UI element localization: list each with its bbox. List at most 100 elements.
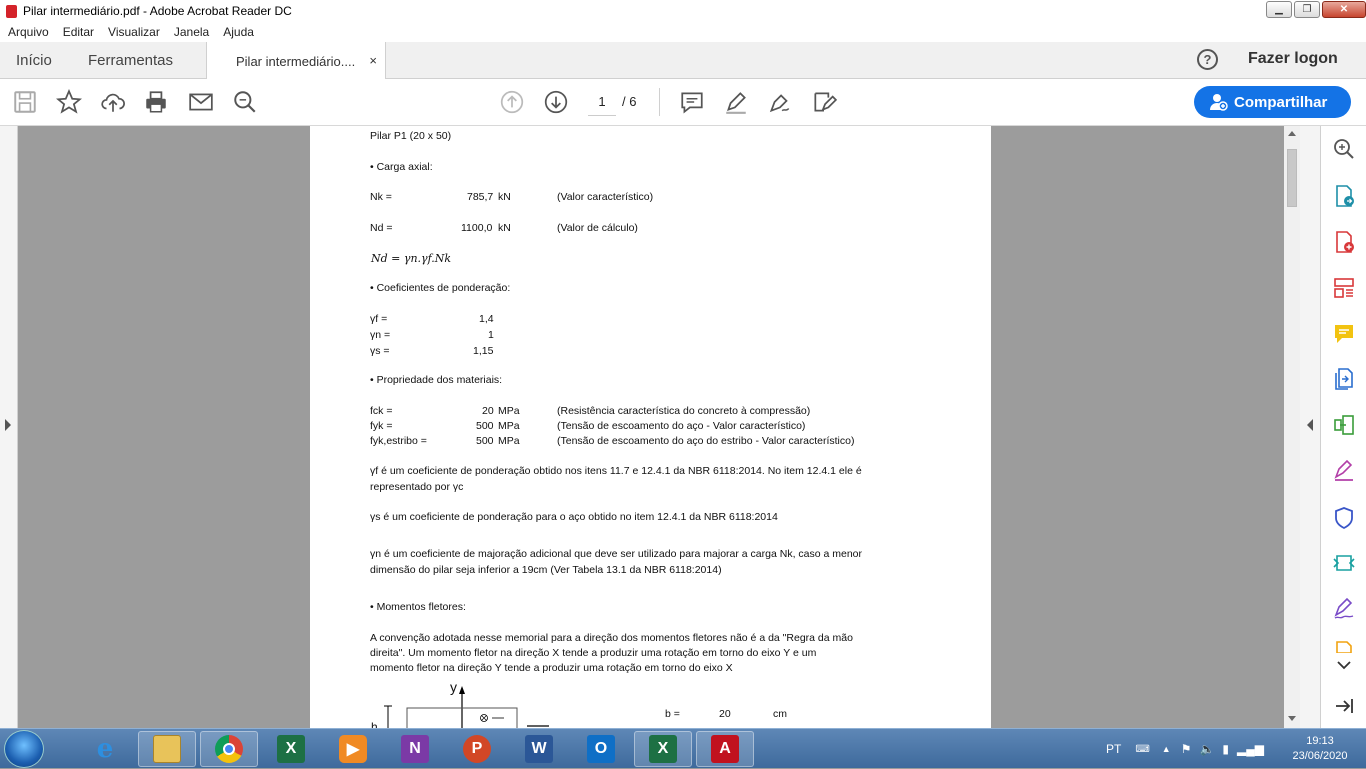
organize-pages-icon[interactable] [1332,276,1356,300]
save-icon[interactable] [12,89,38,115]
volume-icon[interactable]: 🔈 [1199,742,1214,756]
maximize-button[interactable]: ❐ [1294,1,1320,18]
fck-unit: MPa [498,405,520,417]
paragraph-convention-line1: A convenção adotada nesse memorial para … [370,632,853,644]
taskbar-powerpoint[interactable]: P [448,731,506,767]
export-pdf-icon[interactable] [1332,184,1356,208]
language-indicator[interactable]: PT [1106,742,1121,756]
menu-item-arquivo[interactable]: Arquivo [8,25,49,39]
gs-label: γs = [370,345,390,357]
help-icon[interactable]: ? [1197,49,1218,70]
share-label: Compartilhar [1234,93,1328,111]
highlight-pen-icon[interactable] [723,89,749,115]
close-window-button[interactable]: ✕ [1322,1,1366,18]
show-hidden-icons-icon[interactable]: ▲ [1162,744,1171,754]
comment-icon[interactable] [679,89,705,115]
taskbar-excel-open[interactable]: X [634,731,692,767]
acrobat-app-icon [6,4,17,18]
windows-taskbar: e X ▶ N P W O X A PT ⌨ ▲ ⚑ 🔈 ▮ ▂▄▆ 19:13… [0,728,1366,768]
search-icon[interactable] [232,89,258,115]
scroll-down-icon[interactable] [1288,716,1296,721]
more-tools-icon[interactable] [1332,641,1356,653]
menu-item-janela[interactable]: Janela [174,25,209,39]
materials-heading: • Propriedade dos materiais: [370,374,503,386]
comment-tool-icon[interactable] [1332,322,1356,346]
menu-item-editar[interactable]: Editar [63,25,94,39]
excel-icon: X [649,735,677,763]
menu-item-visualizar[interactable]: Visualizar [108,25,160,39]
paragraph-gn-line2: dimensão do pilar seja inferior a 19cm (… [370,564,722,576]
nd-unit: kN [498,222,511,234]
menu-item-ajuda[interactable]: Ajuda [223,25,254,39]
email-icon[interactable] [188,89,214,115]
page-number-input[interactable]: 1 [588,88,616,116]
upload-cloud-icon[interactable] [100,89,126,115]
taskbar-excel[interactable]: X [262,731,320,767]
network-icon[interactable]: ▂▄▆ [1237,742,1264,756]
nd-formula: Nd = γn.γf.Nk [371,252,452,265]
taskbar-word[interactable]: W [510,731,568,767]
fill-sign-icon[interactable] [811,89,837,115]
excel-icon: X [277,735,305,763]
expand-left-panel-icon[interactable] [5,419,11,431]
page-total: / 6 [622,94,637,109]
create-pdf-icon[interactable] [1332,230,1356,254]
moments-heading: • Momentos fletores: [370,601,466,613]
taskbar-outlook[interactable]: O [572,731,630,767]
collapse-right-panel-icon[interactable] [1307,419,1313,431]
toolbar-divider [659,88,660,116]
share-button[interactable]: Compartilhar [1194,86,1351,118]
taskbar-media-player[interactable]: ▶ [324,731,382,767]
taskbar-onenote[interactable]: N [386,731,444,767]
taskbar-chrome[interactable] [200,731,258,767]
tab-home[interactable]: Início [16,42,52,79]
start-button[interactable] [4,730,44,768]
vertical-scrollbar[interactable] [1284,126,1300,728]
clock[interactable]: 19:13 23/06/2020 [1280,734,1360,764]
menu-bar: Arquivo Editar Visualizar Janela Ajuda [0,22,1366,42]
keyboard-icon[interactable]: ⌨ [1135,744,1149,755]
collapse-tools-panel-icon[interactable] [1332,694,1356,718]
diagram-h-label: h [371,720,378,728]
scroll-tools-down-icon[interactable] [1332,659,1356,673]
zoom-search-icon[interactable] [1332,137,1356,161]
toolbar [0,79,1366,126]
action-center-flag-icon[interactable]: ⚑ [1181,742,1192,756]
close-tab-icon[interactable]: × [369,53,377,68]
scroll-thumb[interactable] [1287,149,1297,207]
left-navigation-panel[interactable] [0,126,18,728]
combine-files-icon[interactable] [1332,367,1356,391]
taskbar-file-explorer[interactable] [138,731,196,767]
protect-shield-icon[interactable] [1332,506,1356,530]
fyk-stirrup-label: fyk,estribo = [370,435,427,447]
next-page-icon[interactable] [543,89,569,115]
send-for-review-icon[interactable] [1332,551,1356,575]
previous-page-icon[interactable] [499,89,525,115]
taskbar-internet-explorer[interactable]: e [76,731,134,767]
right-panel-toggle-strip[interactable] [1300,126,1320,728]
minimize-button[interactable]: ▁ [1266,1,1292,18]
login-link[interactable]: Fazer logon [1248,50,1338,68]
compress-pdf-icon[interactable] [1332,413,1356,437]
b-unit: cm [773,708,787,720]
power-icon[interactable]: ▮ [1222,742,1229,756]
tab-document[interactable]: Pilar intermediário.... × [206,42,386,80]
fyk-label: fyk = [370,420,393,432]
axial-heading: • Carga axial: [370,161,433,173]
sign-pen-icon[interactable] [767,89,793,115]
star-icon[interactable] [56,89,82,115]
document-viewport[interactable]: Pilar P1 (20 x 50) • Carga axial: Nk = 7… [18,126,1284,728]
paragraph-gn-line1: γn é um coeficiente de majoração adicion… [370,548,863,560]
gs-value: 1,15 [473,345,494,357]
clock-time: 19:13 [1306,735,1334,747]
nk-label: Nk = [370,191,392,203]
paragraph-gs: γs é um coeficiente de ponderação para o… [370,511,778,523]
taskbar-acrobat[interactable]: A [696,731,754,767]
gn-value: 1 [488,329,494,341]
print-icon[interactable] [143,89,169,115]
send-for-signature-icon[interactable] [1332,597,1356,621]
fill-and-sign-icon[interactable] [1332,459,1356,483]
tab-tools[interactable]: Ferramentas [88,42,173,79]
scroll-up-icon[interactable] [1288,131,1296,136]
right-tools-panel [1320,126,1366,728]
